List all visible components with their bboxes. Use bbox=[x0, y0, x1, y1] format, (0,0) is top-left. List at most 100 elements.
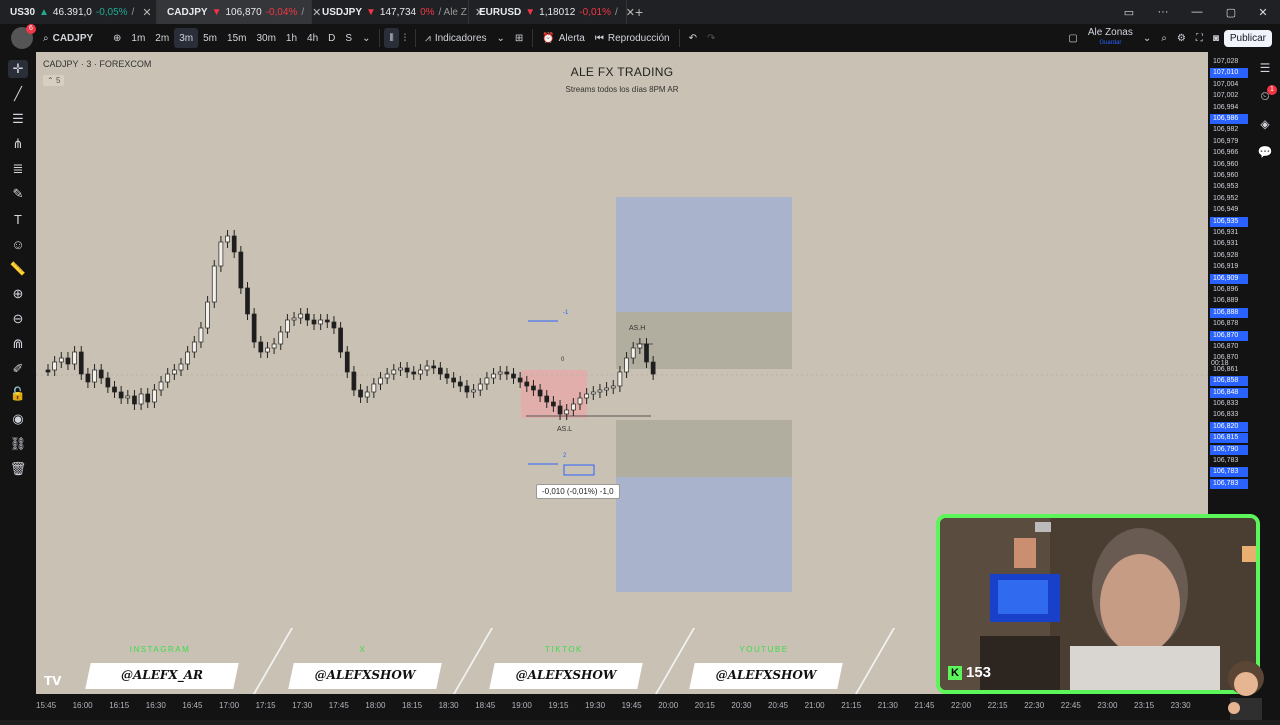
interval-dropdown[interactable]: ⌄ bbox=[357, 24, 375, 52]
candle-body bbox=[464, 385, 470, 393]
close-window-icon[interactable]: ✕ bbox=[1246, 0, 1280, 24]
tab-symbol: EURUSD bbox=[479, 6, 522, 18]
indicators-label: Indicadores bbox=[434, 32, 487, 44]
redo-button[interactable]: ↷ bbox=[702, 24, 720, 52]
price-label: 106,960 bbox=[1213, 172, 1239, 179]
symbol-search[interactable]: ⌕ CADJPY bbox=[38, 24, 108, 52]
price-label: 106,815 bbox=[1210, 433, 1248, 444]
layers-icon[interactable]: ◈ bbox=[1256, 116, 1274, 132]
interval-D[interactable]: D bbox=[323, 24, 340, 52]
interval-3m[interactable]: 3m bbox=[174, 28, 199, 48]
browser-tab-usdjpy[interactable]: USDJPY ▼ 147,734 0% / Ale Z ✕ bbox=[312, 0, 484, 24]
candle-body bbox=[418, 369, 423, 375]
alerts-clock-icon[interactable]: ⏲ 1 bbox=[1256, 85, 1277, 104]
candle-type-button[interactable]: ⫴ bbox=[384, 28, 399, 48]
candle-body bbox=[58, 357, 64, 363]
interval-1m[interactable]: 1m bbox=[126, 24, 150, 52]
brush-icon[interactable]: ✎ bbox=[8, 185, 28, 203]
candle-body bbox=[604, 387, 609, 391]
candle-body bbox=[497, 371, 503, 375]
quick-search-button[interactable]: ⌕ bbox=[1156, 24, 1172, 52]
chat-icon[interactable]: 💬 bbox=[1256, 144, 1274, 160]
ruler-icon[interactable]: 📏 bbox=[8, 260, 28, 278]
time-axis[interactable]: 15:45 16:00 16:15 16:30 16:45 17:00 17:15 17:30… bbox=[36, 694, 1250, 720]
fib-icon[interactable]: ≣ bbox=[8, 160, 28, 178]
close-tab-icon[interactable]: ✕ bbox=[142, 6, 151, 19]
emoji-icon[interactable]: ☺ bbox=[8, 235, 28, 253]
candle-body bbox=[72, 351, 77, 365]
interval-2m[interactable]: 2m bbox=[150, 24, 174, 52]
cast-icon[interactable]: ▭ bbox=[1112, 0, 1146, 24]
zoom-out-icon[interactable]: ⊖ bbox=[8, 310, 28, 328]
new-tab-button[interactable]: + bbox=[627, 4, 651, 20]
indicators-icon: ⩘ bbox=[425, 32, 431, 44]
candle-body bbox=[298, 313, 304, 319]
interval-5m[interactable]: 5m bbox=[198, 24, 222, 52]
lock-drawing-icon[interactable]: ✐ bbox=[8, 360, 28, 378]
price-scale[interactable]: 107,028 107,010 107,004 107,002 106,994 106,9… bbox=[1208, 52, 1250, 517]
layout-toggle[interactable]: ▢ bbox=[1063, 24, 1082, 52]
templates-button[interactable]: ⊞ bbox=[510, 24, 528, 52]
minimize-icon[interactable]: — bbox=[1180, 0, 1214, 24]
undo-button[interactable]: ↶ bbox=[684, 24, 702, 52]
pitchfork-icon[interactable]: ⋔ bbox=[8, 135, 28, 153]
settings-button[interactable]: ⚙ bbox=[1172, 24, 1191, 52]
supply-zone-upper bbox=[616, 197, 792, 312]
candle-body bbox=[218, 241, 224, 267]
replay-button[interactable]: ⏮ Reproducción bbox=[590, 24, 675, 52]
layout-name[interactable]: Ale Zonas Guardar bbox=[1083, 24, 1138, 52]
candle-body bbox=[205, 301, 210, 329]
drawing-toolbar: ✛ ╱ ☰ ⋔ ≣ ✎ T ☺ 📏 ⊕ ⊖ ⋒ ✐ 🔓 ◉ ⛓ 🗑 bbox=[0, 52, 36, 720]
link-icon[interactable]: ⛓ bbox=[8, 435, 28, 453]
watchlist-icon[interactable]: ☰ bbox=[1256, 60, 1274, 76]
time-label: 21:45 bbox=[914, 701, 935, 710]
price-label: 106,896 bbox=[1213, 286, 1239, 293]
screenshot-button[interactable]: ◙ bbox=[1208, 24, 1224, 52]
zoom-in-icon[interactable]: ⊕ bbox=[8, 285, 28, 303]
compare-button[interactable]: ⊕ bbox=[108, 24, 126, 52]
crosshair-icon[interactable]: ✛ bbox=[8, 60, 28, 78]
more-icon[interactable]: ··· bbox=[1146, 0, 1180, 24]
time-label: 20:00 bbox=[658, 701, 679, 710]
tabs-container: US30 ▲ 46.391,0 -0,05% / ✕ CADJPY ▼ 106,870 -0,04… bbox=[0, 0, 635, 24]
candle-body bbox=[65, 357, 71, 365]
mascot-avatar bbox=[1222, 652, 1270, 720]
interval-1h[interactable]: 1h bbox=[281, 24, 302, 52]
demand-zone-lower bbox=[616, 477, 792, 592]
browser-tab-us30[interactable]: US30 ▲ 46.391,0 -0,05% / ✕ bbox=[0, 0, 157, 24]
horizontal-lines-icon[interactable]: ☰ bbox=[8, 110, 28, 128]
search-icon: ⌕ bbox=[43, 32, 49, 44]
tab-suffix: / bbox=[614, 6, 618, 18]
avatar: 6 bbox=[11, 24, 36, 49]
browser-tab-cadjpy[interactable]: CADJPY ▼ 106,870 -0,04% / ✕ bbox=[157, 0, 321, 24]
price-label: 106,858 bbox=[1210, 376, 1248, 387]
layout-dropdown[interactable]: ⌄ bbox=[1138, 24, 1156, 52]
social-handle: @ALEFXSHOW bbox=[515, 668, 617, 682]
tab-price: 1,18012 bbox=[539, 6, 576, 18]
interval-30m[interactable]: 30m bbox=[251, 24, 280, 52]
publish-button[interactable]: Publicar bbox=[1223, 29, 1272, 47]
chart-style-button[interactable]: ⫶ bbox=[399, 24, 412, 52]
interval-4h[interactable]: 4h bbox=[302, 24, 323, 52]
time-label: 22:15 bbox=[987, 701, 1008, 710]
trend-line-icon[interactable]: ╱ bbox=[8, 85, 28, 103]
price-label: 106,783 bbox=[1213, 457, 1239, 464]
maximize-icon[interactable]: ▢ bbox=[1214, 0, 1248, 24]
interval-15m[interactable]: 15m bbox=[222, 24, 251, 52]
magnet-icon[interactable]: ⋒ bbox=[8, 335, 28, 353]
trash-icon[interactable]: 🗑 bbox=[8, 460, 28, 478]
text-icon[interactable]: T bbox=[8, 210, 28, 228]
eye-icon[interactable]: ◉ bbox=[8, 410, 28, 428]
user-avatar[interactable]: 6 bbox=[0, 24, 38, 52]
tab-price: 106,870 bbox=[225, 6, 262, 18]
browser-tab-eurusd[interactable]: EURUSD ▼ 1,18012 -0,01% / ✕ bbox=[469, 0, 635, 24]
interval-S[interactable]: S bbox=[340, 24, 357, 52]
lock-icon[interactable]: 🔓 bbox=[8, 385, 28, 403]
tab-symbol: CADJPY bbox=[167, 6, 208, 18]
candle-body bbox=[477, 383, 483, 391]
fullscreen-button[interactable]: ⛶ bbox=[1191, 24, 1208, 52]
indicators-button[interactable]: ⩘ Indicadores ⌄ bbox=[420, 24, 510, 52]
measure-readout: -0,010 (-0,01%) -1,0 bbox=[536, 484, 620, 499]
alert-button[interactable]: ⏰ Alerta bbox=[537, 24, 590, 52]
candle-body bbox=[411, 371, 417, 375]
